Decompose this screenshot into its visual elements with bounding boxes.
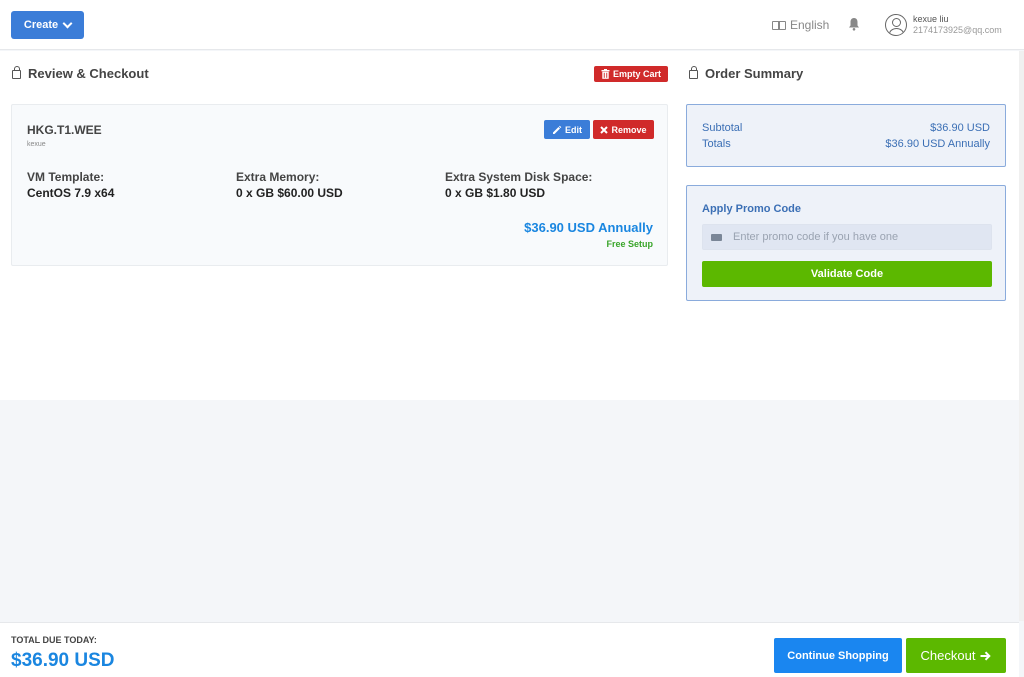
ticket-icon — [711, 233, 722, 241]
promo-title: Apply Promo Code — [702, 203, 802, 215]
review-title-text: Review & Checkout — [28, 66, 149, 81]
language-icon — [772, 20, 786, 30]
config-value: 0 x GB $60.00 USD — [236, 186, 343, 200]
checkout-label: Checkout — [920, 648, 976, 663]
shopping-bag-icon — [12, 66, 21, 79]
chevron-down-icon — [62, 18, 73, 28]
scrollbar[interactable] — [1019, 51, 1024, 621]
item-price: $36.90 USD Annually — [524, 220, 653, 235]
config-value: CentOS 7.9 x64 — [27, 186, 115, 200]
edit-button[interactable]: Edit — [544, 120, 590, 139]
user-avatar-icon[interactable] — [885, 14, 907, 36]
total-due-value: $36.90 USD — [11, 650, 115, 671]
top-bar: Create English kexue liu 2174173925@qq.c… — [0, 0, 1024, 50]
config-label: VM Template: — [27, 170, 105, 184]
promo-code-input[interactable] — [733, 231, 983, 243]
totals-value: $36.90 USD Annually — [885, 138, 990, 150]
checkout-button[interactable]: Checkout — [906, 638, 1006, 673]
order-summary-box: Subtotal $36.90 USD Totals $36.90 USD An… — [686, 104, 1006, 167]
user-name[interactable]: kexue liu — [913, 14, 949, 24]
order-summary-title-text: Order Summary — [705, 66, 804, 81]
arrow-right-icon — [980, 650, 992, 661]
trash-icon — [601, 69, 610, 79]
config-value: 0 x GB $1.80 USD — [445, 186, 546, 200]
remove-label: Remove — [611, 124, 647, 135]
close-icon — [600, 125, 609, 134]
language-label: English — [790, 18, 830, 32]
continue-shopping-button[interactable]: Continue Shopping — [774, 638, 902, 673]
product-name: HKG.T1.WEE — [27, 123, 102, 137]
empty-cart-button[interactable]: Empty Cart — [594, 66, 668, 82]
create-label: Create — [23, 19, 59, 31]
language-selector[interactable]: English — [772, 18, 829, 32]
promo-code-box: Apply Promo Code Validate Code — [686, 185, 1006, 301]
validate-code-button[interactable]: Validate Code — [702, 261, 992, 287]
config-label: Extra Memory: — [236, 170, 320, 184]
totals-label: Totals — [702, 138, 731, 150]
shopping-bag-icon — [689, 66, 698, 79]
product-group: kexue — [27, 141, 46, 148]
create-button[interactable]: Create — [11, 11, 84, 39]
edit-label: Edit — [565, 124, 582, 135]
promo-input-wrapper[interactable] — [702, 224, 992, 250]
item-setup-fee: Free Setup — [606, 239, 653, 249]
remove-button[interactable]: Remove — [593, 120, 654, 139]
bell-icon[interactable] — [848, 17, 860, 31]
checkout-footer: TOTAL DUE TODAY: $36.90 USD Continue Sho… — [0, 622, 1019, 677]
subtotal-value: $36.90 USD — [930, 122, 990, 134]
pencil-icon — [553, 125, 562, 134]
cart-item-card: HKG.T1.WEE kexue Edit Remove VM Template… — [11, 104, 668, 266]
config-label: Extra System Disk Space: — [445, 170, 593, 184]
user-email[interactable]: 2174173925@qq.com — [913, 25, 1002, 35]
subtotal-label: Subtotal — [702, 122, 743, 134]
order-summary-title: Order Summary — [689, 66, 803, 81]
review-checkout-title: Review & Checkout — [12, 66, 149, 81]
empty-cart-label: Empty Cart — [612, 69, 661, 79]
total-due-label: TOTAL DUE TODAY: — [11, 635, 97, 645]
